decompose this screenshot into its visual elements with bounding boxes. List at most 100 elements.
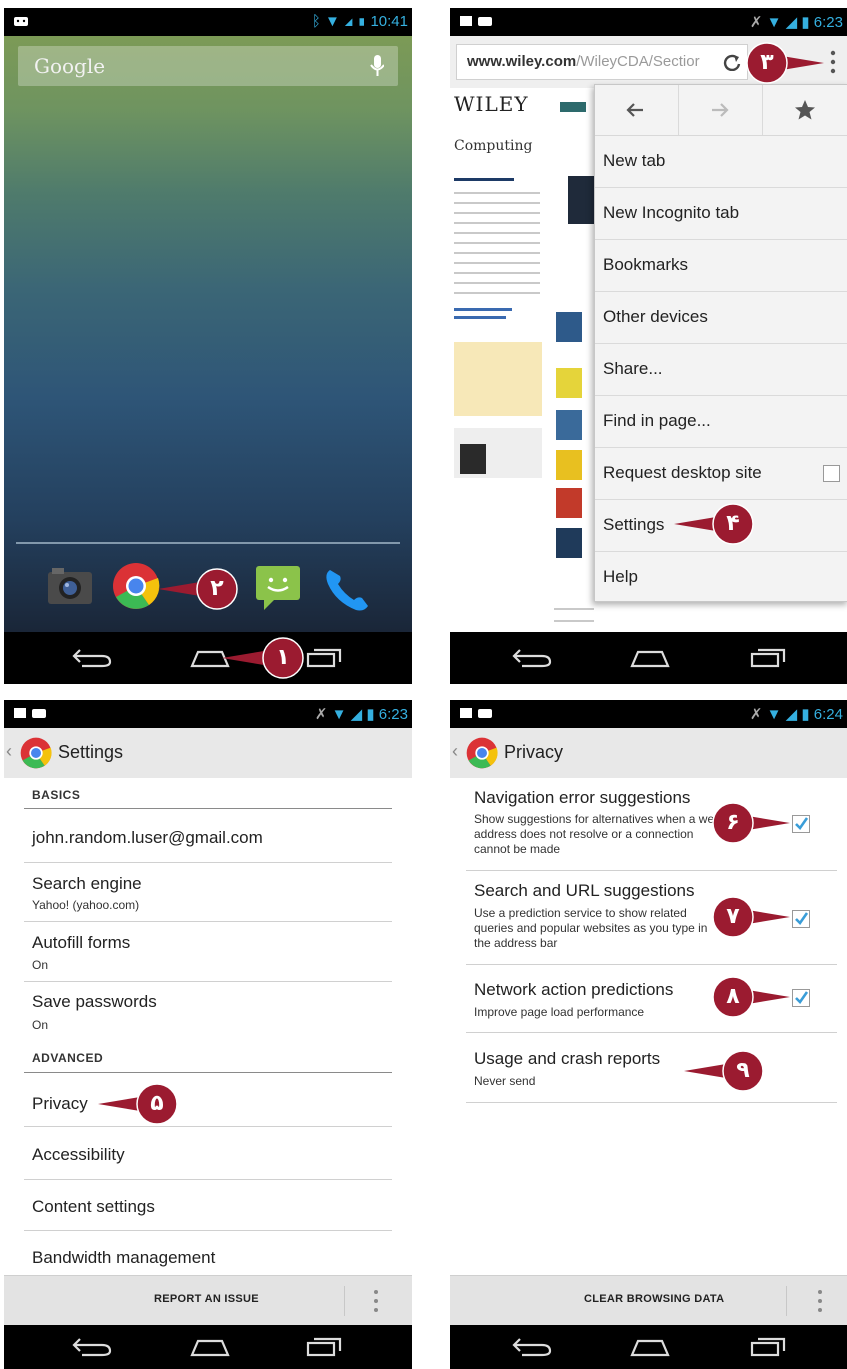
recent-apps-icon[interactable] — [748, 1333, 790, 1359]
battery-icon: ▮ — [801, 706, 810, 723]
menu-nav-row — [595, 85, 847, 136]
status-time: 6:23 — [378, 706, 408, 723]
google-search-bar[interactable]: Google — [18, 46, 398, 86]
divider — [466, 870, 837, 871]
search-url-suggestions-checkbox[interactable] — [792, 910, 810, 928]
home-icon[interactable] — [628, 644, 672, 670]
report-issue-button[interactable]: REPORT AN ISSUE — [154, 1293, 259, 1305]
bandwidth-management-item[interactable]: Bandwidth management — [32, 1248, 215, 1268]
divider — [24, 981, 392, 982]
menu-back-button[interactable] — [595, 85, 679, 135]
checkmark-icon — [795, 817, 809, 831]
search-url-suggestions-title[interactable]: Search and URL suggestions — [474, 881, 695, 901]
overflow-menu-icon[interactable] — [372, 1288, 380, 1314]
back-icon[interactable] — [512, 1333, 554, 1359]
network-action-predictions-checkbox[interactable] — [792, 989, 810, 1007]
page-subheading — [454, 178, 514, 181]
back-icon[interactable] — [72, 1333, 114, 1359]
menu-item-help[interactable]: Help — [595, 552, 847, 603]
search-engine-title[interactable]: Search engine — [32, 874, 142, 894]
request-desktop-checkbox[interactable] — [823, 465, 840, 482]
callout-number: ٨ — [726, 984, 740, 1009]
page-thumbnail — [556, 368, 582, 398]
callout-pointer — [158, 582, 200, 596]
content-settings-item[interactable]: Content settings — [32, 1197, 155, 1217]
network-action-predictions-description: Improve page load performance — [474, 1005, 645, 1019]
privacy-panel: ✗ ▼ ◢ ▮ 6:24 ‹ Privacy Navigation error … — [450, 700, 847, 1369]
menu-bookmark-button[interactable] — [762, 85, 847, 135]
save-passwords-title[interactable]: Save passwords — [32, 992, 157, 1012]
url-field[interactable]: www.wiley.com/WileyCDA/Sectior — [456, 44, 748, 80]
navigation-error-suggestions-title[interactable]: Navigation error suggestions — [474, 788, 690, 808]
microphone-icon[interactable] — [370, 55, 384, 77]
recent-apps-icon[interactable] — [748, 644, 790, 670]
menu-forward-button[interactable] — [678, 85, 763, 135]
overflow-menu-icon[interactable] — [829, 50, 837, 74]
page-title: Settings — [58, 742, 124, 762]
callout-pointer — [782, 56, 824, 70]
up-caret-icon[interactable]: ‹ — [6, 741, 12, 762]
menu-item-label: Settings — [603, 515, 665, 534]
search-url-suggestions-description: Use a prediction service to show related… — [474, 906, 708, 950]
privacy-item[interactable]: Privacy — [32, 1094, 88, 1114]
network-action-predictions-title[interactable]: Network action predictions — [474, 980, 673, 1000]
section-header-advanced: ADVANCED — [32, 1051, 104, 1065]
wifi-icon: ▼ — [325, 13, 340, 30]
back-icon[interactable] — [512, 644, 554, 670]
callout-pointer — [674, 517, 716, 531]
callout-step-5: ۵ — [98, 1083, 178, 1125]
navigation-error-suggestions-checkbox[interactable] — [792, 815, 810, 833]
menu-item-other-devices[interactable]: Other devices — [595, 292, 847, 344]
page-heading: Computing — [454, 138, 533, 154]
android-notification-icon — [14, 17, 28, 26]
recent-apps-icon[interactable] — [304, 644, 346, 670]
phone-icon[interactable] — [322, 564, 374, 614]
menu-item-bookmarks[interactable]: Bookmarks — [595, 240, 847, 292]
menu-item-new-incognito-tab[interactable]: New Incognito tab — [595, 188, 847, 240]
accessibility-item[interactable]: Accessibility — [32, 1145, 125, 1165]
home-icon[interactable] — [628, 1333, 672, 1359]
reload-icon[interactable] — [723, 53, 741, 71]
chrome-icon[interactable] — [112, 562, 160, 610]
callout-pointer — [222, 651, 264, 665]
back-icon[interactable] — [72, 644, 114, 670]
divider — [24, 862, 392, 863]
page-text-line — [454, 212, 540, 214]
clear-browsing-data-button[interactable]: CLEAR BROWSING DATA — [584, 1293, 724, 1305]
messaging-icon[interactable] — [254, 564, 302, 612]
overflow-menu-icon[interactable] — [816, 1288, 824, 1314]
autofill-value: On — [32, 958, 49, 972]
notification-icons — [458, 705, 498, 722]
home-icon[interactable] — [188, 1333, 232, 1359]
usage-crash-reports-title[interactable]: Usage and crash reports — [474, 1049, 660, 1069]
callout-pointer — [748, 816, 790, 830]
account-item[interactable]: john.random.luser@gmail.com — [32, 828, 263, 848]
status-right: ✗ ▼ ◢ ▮ 6:23 — [315, 705, 408, 723]
menu-item-find-in-page[interactable]: Find in page... — [595, 396, 847, 448]
navigation-error-suggestions-description: Show suggestions for alternatives when a… — [474, 812, 721, 856]
callout-step-2: ٢ — [158, 568, 238, 610]
back-arrow-icon — [626, 103, 643, 117]
menu-item-label: New Incognito tab — [603, 203, 740, 222]
page-thumbnail — [460, 444, 486, 474]
separator — [786, 1286, 787, 1316]
menu-item-label: Find in page... — [603, 411, 711, 430]
menu-item-request-desktop-site[interactable]: Request desktop site — [595, 448, 847, 500]
callout-pointer — [748, 990, 790, 1004]
camera-icon[interactable] — [44, 564, 94, 608]
separator — [344, 1286, 345, 1316]
menu-item-new-tab[interactable]: New tab — [595, 136, 847, 188]
up-caret-icon[interactable]: ‹ — [452, 741, 458, 762]
recent-apps-icon[interactable] — [304, 1333, 346, 1359]
search-engine-value: Yahoo! (yahoo.com) — [32, 898, 140, 912]
action-bar[interactable]: ‹ Privacy — [450, 728, 847, 778]
callout-number: ۵ — [150, 1091, 164, 1116]
divider — [24, 1230, 392, 1231]
menu-item-share[interactable]: Share... — [595, 344, 847, 396]
status-bar: ✗ ▼ ◢ ▮ 6:24 — [450, 700, 847, 728]
page-text-line — [454, 292, 540, 294]
autofill-title[interactable]: Autofill forms — [32, 933, 130, 953]
battery-icon: ▮ — [357, 13, 367, 30]
wiley-logo: WILEY — [454, 92, 529, 116]
action-bar[interactable]: ‹ Settings — [4, 728, 412, 778]
